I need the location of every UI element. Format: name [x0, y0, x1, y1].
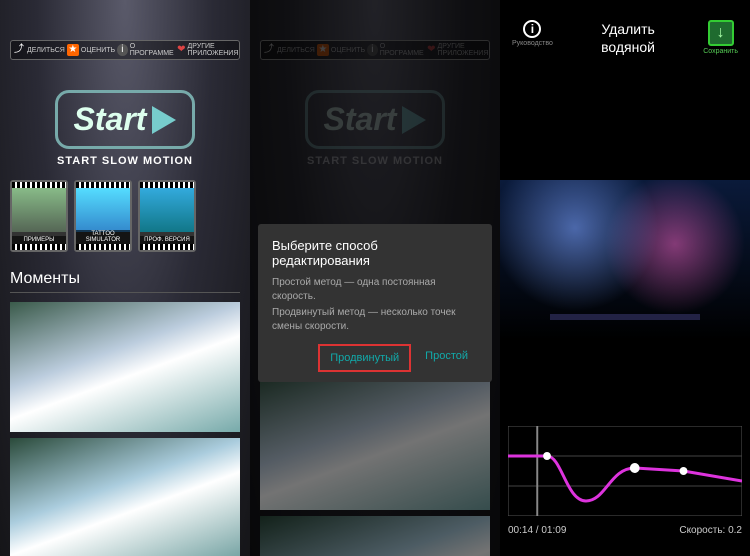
guide-button[interactable]: i Руководство	[512, 20, 553, 47]
speed-graph[interactable]	[508, 426, 742, 516]
rate-button[interactable]: ★ ОЦЕНИТЬ	[67, 43, 115, 57]
screen-editor: i Руководство Удалить водяной Сохранить …	[500, 0, 750, 556]
top-actions: ⤴ ДЕЛИТЬСЯ ★ ОЦЕНИТЬ i О ПРОГРАММЕ ❤ ДРУ…	[260, 40, 490, 60]
heart-icon: ❤	[427, 44, 435, 56]
start-button: Start	[305, 90, 446, 149]
guide-label: Руководство	[512, 40, 553, 47]
simple-button[interactable]: Простой	[415, 344, 478, 372]
start-area: Start START SLOW MOTION	[0, 90, 250, 167]
heart-icon: ❤	[177, 44, 185, 56]
dialog-text-line1: Простой метод — одна постоянная скорость…	[272, 276, 478, 304]
about-label: О ПРОГРАММЕ	[130, 43, 175, 57]
thumb-examples-label: ПРИМЕРЫ	[12, 236, 66, 244]
thumb-examples[interactable]: ПРИМЕРЫ	[10, 180, 68, 252]
save-label: Сохранить	[703, 48, 738, 55]
start-subtitle: START SLOW MOTION	[0, 155, 250, 167]
video-preview[interactable]	[500, 180, 750, 340]
start-button[interactable]: Start	[55, 90, 196, 149]
moment-item[interactable]	[10, 438, 240, 556]
about-button[interactable]: i О ПРОГРАММЕ	[117, 43, 175, 57]
moments-list	[10, 302, 240, 556]
promo-thumbs: ПРИМЕРЫ TATTOO SIMULATOR ПРОФ. ВЕРСИЯ	[10, 180, 196, 252]
remove-watermark-button[interactable]: Удалить водяной	[601, 20, 655, 56]
rate-button: ★ ОЦЕНИТЬ	[317, 43, 365, 57]
top-actions: ⤴ ДЕЛИТЬСЯ ★ ОЦЕНИТЬ i О ПРОГРАММЕ ❤ ДРУ…	[10, 40, 240, 60]
moments-list	[260, 380, 490, 556]
share-button: ⤴ ДЕЛИТЬСЯ	[263, 43, 315, 57]
info-icon: i	[117, 44, 128, 56]
thumb-app3-label: ПРОФ. ВЕРСИЯ	[140, 236, 194, 244]
download-icon	[708, 20, 734, 46]
share-icon: ⤴	[13, 44, 25, 56]
time-readout: 00:14 / 01:09 Скорость: 0.2	[508, 525, 742, 536]
moment-item	[260, 380, 490, 510]
start-area: Start START SLOW MOTION	[250, 90, 500, 167]
rate-label: ОЦЕНИТЬ	[81, 47, 115, 54]
method-dialog: Выберите способ редактирования Простой м…	[258, 224, 492, 382]
screen-home: ⤴ ДЕЛИТЬСЯ ★ ОЦЕНИТЬ i О ПРОГРАММЕ ❤ ДРУ…	[0, 0, 250, 556]
editor-topbar: i Руководство Удалить водяной Сохранить	[500, 20, 750, 56]
screen-method-dialog: ⤴ ДЕЛИТЬСЯ ★ ОЦЕНИТЬ i О ПРОГРАММЕ ❤ ДРУ…	[250, 0, 500, 556]
section-moments: Моменты	[10, 270, 240, 293]
dialog-title: Выберите способ редактирования	[272, 238, 478, 268]
thumb-app3[interactable]: ПРОФ. ВЕРСИЯ	[138, 180, 196, 252]
play-icon	[152, 106, 176, 134]
star-icon: ★	[67, 44, 79, 56]
about-button: i О ПРОГРАММЕ	[367, 43, 425, 57]
share-button[interactable]: ⤴ ДЕЛИТЬСЯ	[13, 43, 65, 57]
thumb-app2-label: TATTOO SIMULATOR	[76, 230, 130, 244]
info-icon: i	[523, 20, 541, 38]
start-label: Start	[74, 101, 147, 138]
share-icon: ⤴	[263, 44, 275, 56]
thumb-app2[interactable]: TATTOO SIMULATOR	[74, 180, 132, 252]
other-apps-label: ДРУГИЕ ПРИЛОЖЕНИЯ	[188, 43, 243, 57]
play-icon	[402, 106, 426, 134]
moment-item	[260, 516, 490, 556]
speed-readout: Скорость: 0.2	[679, 525, 742, 536]
advanced-button[interactable]: Продвинутый	[318, 344, 411, 372]
other-apps-button: ❤ ДРУГИЕ ПРИЛОЖЕНИЯ	[427, 43, 492, 57]
save-button[interactable]: Сохранить	[703, 20, 738, 55]
info-icon: i	[367, 44, 378, 56]
share-label: ДЕЛИТЬСЯ	[27, 47, 65, 54]
dialog-text-line2: Продвинутый метод — несколько точек смен…	[272, 306, 478, 334]
time-position: 00:14 / 01:09	[508, 525, 566, 536]
other-apps-button[interactable]: ❤ ДРУГИЕ ПРИЛОЖЕНИЯ	[177, 43, 242, 57]
star-icon: ★	[317, 44, 329, 56]
moment-item[interactable]	[10, 302, 240, 432]
